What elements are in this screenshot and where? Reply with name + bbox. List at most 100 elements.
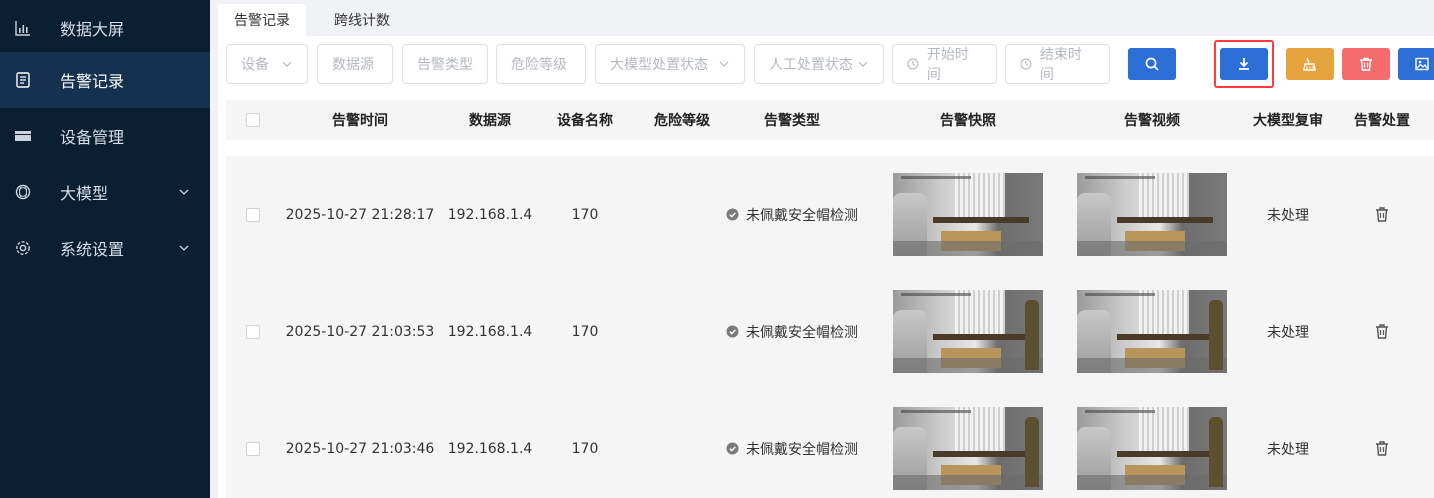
delete-row-icon[interactable]: [1374, 323, 1390, 340]
alarm-type-placeholder: 告警类型: [417, 57, 473, 73]
sidebar-item-dashboard[interactable]: 数据大屏: [0, 0, 210, 56]
alarm-video-thumbnail[interactable]: [1077, 173, 1227, 256]
row-checkbox[interactable]: [246, 273, 260, 390]
device-select[interactable]: 设备: [226, 44, 308, 84]
clean-button[interactable]: [1286, 48, 1334, 80]
table-header: 告警时间 数据源 设备名称 危险等级 告警类型 告警快照 告警视频 大模型复审 …: [226, 100, 1434, 140]
sidebar-item-label: 大模型: [60, 184, 109, 203]
check-circle-icon: [726, 325, 739, 338]
header-action: 告警处置: [1354, 113, 1410, 129]
tab-line-crossing-count[interactable]: 跨线计数: [318, 4, 406, 36]
cell-video: [1076, 156, 1228, 273]
table-row: 2025-10-27 21:03:46 192.168.1.4 170 未佩戴安…: [226, 390, 1434, 498]
checkbox[interactable]: [246, 441, 260, 456]
search-button[interactable]: [1128, 48, 1176, 80]
alarm-video-thumbnail[interactable]: [1077, 290, 1227, 373]
chevron-down-icon: [282, 61, 292, 67]
row-checkbox[interactable]: [246, 156, 260, 273]
alarm-snapshot-image[interactable]: [893, 290, 1043, 373]
bar-chart-icon: [14, 19, 32, 37]
llm-status-placeholder: 大模型处置状态: [610, 57, 708, 73]
sidebar: 数据大屏 告警记录 设备管理 大模型 系统设置: [0, 0, 210, 498]
chevron-down-icon: [179, 245, 189, 251]
tab-bar: 告警记录 跨线计数: [218, 4, 406, 36]
header-time: 告警时间: [332, 113, 388, 129]
alarm-snapshot-image[interactable]: [893, 173, 1043, 256]
chevron-down-icon: [858, 61, 868, 67]
alarm-type-text: 未佩戴安全帽检测: [746, 441, 858, 458]
clock-icon: [1020, 58, 1032, 70]
alarm-type-text: 未佩戴安全帽检测: [746, 207, 858, 224]
cell-device: 170: [571, 440, 599, 457]
tab-alarm-records[interactable]: 告警记录: [218, 4, 306, 36]
search-icon: [1145, 57, 1159, 71]
end-time-picker[interactable]: 结束时间: [1005, 44, 1110, 84]
manual-status-placeholder: 人工处置状态: [769, 57, 853, 73]
content-panel: 设备 数据源 告警类型 危险等级 大模型处置状态 人工处置状态 开始时间 结束时…: [218, 36, 1434, 498]
danger-level-filter[interactable]: 危险等级: [496, 44, 586, 84]
export-button[interactable]: [1220, 48, 1268, 80]
llm-status-select[interactable]: 大模型处置状态: [595, 44, 745, 84]
header-llm-review: 大模型复审: [1253, 113, 1323, 129]
datasource-filter[interactable]: 数据源: [317, 44, 393, 84]
model-icon: [14, 183, 32, 201]
cell-action: [1338, 273, 1426, 390]
device-icon: [14, 127, 32, 145]
cell-snapshot: [892, 273, 1044, 390]
cell-video: [1076, 390, 1228, 498]
delete-row-icon[interactable]: [1374, 440, 1390, 457]
cell-llm-review: 未处理: [1267, 207, 1309, 224]
trash-icon: [1360, 57, 1372, 71]
sidebar-item-alarm-records[interactable]: 告警记录: [0, 52, 210, 108]
cell-llm-review: 未处理: [1267, 441, 1309, 458]
sidebar-item-label: 设备管理: [60, 128, 125, 147]
cell-action: [1338, 390, 1426, 498]
table-row: 2025-10-27 21:28:17 192.168.1.4 170 未佩戴安…: [226, 156, 1434, 273]
sidebar-item-device-management[interactable]: 设备管理: [0, 108, 210, 164]
delete-row-icon[interactable]: [1374, 206, 1390, 223]
cell-datasource: 192.168.1.4: [447, 440, 533, 457]
table-row: 2025-10-27 21:03:53 192.168.1.4 170 未佩戴安…: [226, 273, 1434, 390]
header-datasource: 数据源: [469, 113, 511, 129]
cell-time: 2025-10-27 21:03:46: [285, 440, 435, 457]
start-time-picker[interactable]: 开始时间: [892, 44, 997, 84]
cell-snapshot: [892, 156, 1044, 273]
checkbox[interactable]: [246, 324, 260, 339]
check-circle-icon: [726, 442, 739, 455]
alarm-video-thumbnail[interactable]: [1077, 407, 1227, 490]
alarm-snapshot-image[interactable]: [893, 407, 1043, 490]
cell-type: 未佩戴安全帽检测: [712, 273, 872, 390]
cell-device: 170: [571, 323, 599, 340]
image-view-button[interactable]: [1398, 48, 1434, 80]
cell-datasource: 192.168.1.4: [447, 206, 533, 223]
cell-device: 170: [571, 206, 599, 223]
checkbox[interactable]: [246, 113, 260, 127]
row-checkbox[interactable]: [246, 390, 260, 498]
clock-icon: [907, 58, 919, 70]
select-all-checkbox[interactable]: [246, 100, 260, 140]
sidebar-item-llm[interactable]: 大模型: [0, 164, 210, 220]
sidebar-item-label: 告警记录: [60, 72, 125, 91]
sidebar-item-label: 系统设置: [60, 240, 125, 259]
chevron-down-icon: [179, 189, 189, 195]
cell-datasource: 192.168.1.4: [447, 323, 533, 340]
cell-type: 未佩戴安全帽检测: [712, 390, 872, 498]
batch-delete-button[interactable]: [1342, 48, 1390, 80]
device-select-placeholder: 设备: [241, 57, 269, 73]
cell-time: 2025-10-27 21:03:53: [285, 323, 435, 340]
cell-llm-review: 未处理: [1267, 324, 1309, 341]
cell-time: 2025-10-27 21:28:17: [285, 206, 435, 223]
danger-level-placeholder: 危险等级: [511, 57, 567, 73]
sidebar-item-label: 数据大屏: [60, 20, 125, 39]
broom-icon: [1303, 57, 1316, 71]
manual-status-select[interactable]: 人工处置状态: [754, 44, 884, 84]
cell-action: [1338, 156, 1426, 273]
checkbox[interactable]: [246, 207, 260, 222]
alarm-type-filter[interactable]: 告警类型: [402, 44, 488, 84]
main-area: 告警记录 跨线计数 设备 数据源 告警类型 危险等级 大模型处置状态 人工处置状…: [210, 0, 1434, 498]
sidebar-item-system-settings[interactable]: 系统设置: [0, 220, 210, 276]
chevron-down-icon: [719, 61, 729, 67]
header-device: 设备名称: [557, 113, 613, 129]
download-icon: [1239, 58, 1249, 70]
cell-video: [1076, 273, 1228, 390]
